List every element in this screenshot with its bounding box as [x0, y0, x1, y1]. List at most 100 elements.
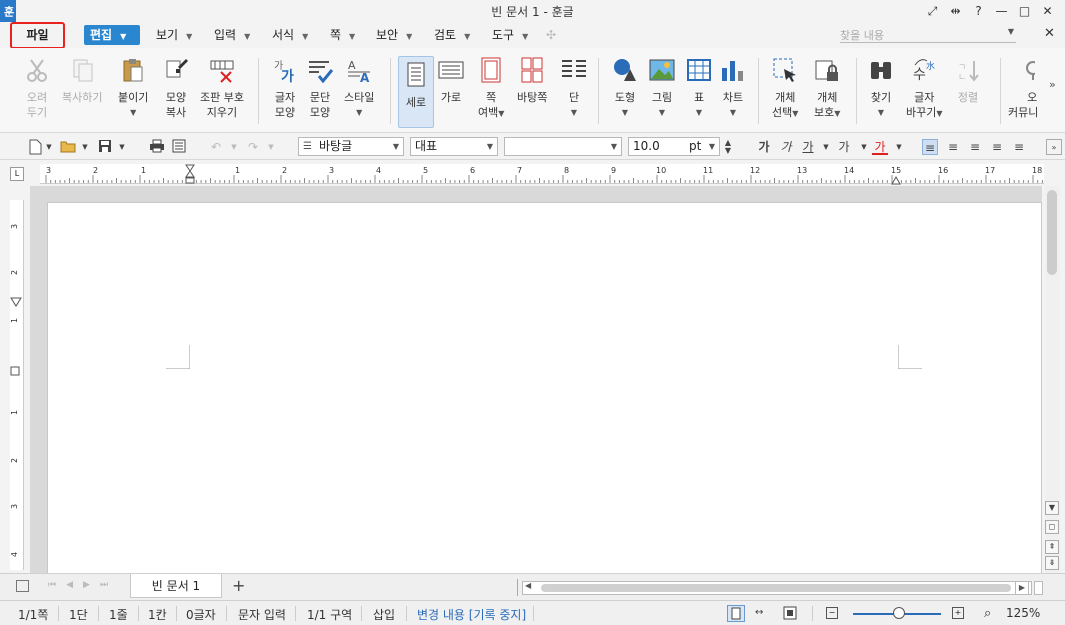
bold-icon[interactable]: 가 [756, 139, 772, 155]
find-input[interactable]: 찾을 내용 ▼ [840, 27, 1016, 43]
horizontal-ruler[interactable]: 3 2 1 1 2 3 4 5 6 7 8 9 10 11 12 13 14 1… [40, 164, 1044, 185]
tab-nav-arrows-icon[interactable]: ⏮◀▶⏭ [48, 580, 118, 590]
chevron-down-icon[interactable]: ▼ [818, 139, 834, 155]
community-button[interactable]: 오 커뮤니 [1008, 56, 1038, 120]
close-doc-icon[interactable]: ✕ [1044, 26, 1055, 41]
format-painter-button[interactable]: 모양 복사 [163, 56, 189, 120]
minimize-button[interactable]: — [990, 2, 1013, 20]
zoom-slider-handle[interactable] [893, 607, 905, 619]
text-color-icon[interactable]: 가 [872, 139, 888, 155]
split-handle-icon[interactable] [1034, 581, 1043, 595]
chevron-down-icon[interactable]: ▼ [856, 139, 872, 155]
style-select[interactable]: ☰ 바탕글 ▼ [298, 137, 404, 156]
replace-button[interactable]: 수水 글자 바꾸기▼ [906, 56, 943, 121]
font-lang-select[interactable]: 대표 ▼ [410, 137, 498, 156]
para-shape-button[interactable]: 문단 모양 [307, 56, 333, 120]
fullscreen-icon[interactable]: ⤢ [921, 2, 944, 20]
undo-icon[interactable]: ↶ [208, 139, 224, 155]
print-icon[interactable] [149, 139, 165, 155]
toolbar-expand-icon[interactable]: » [1046, 139, 1062, 155]
status-page[interactable]: 1/1쪽 [18, 606, 48, 623]
distribute-align-icon[interactable]: ≡ [1011, 139, 1027, 155]
strikethrough-icon[interactable]: 가 [836, 139, 852, 155]
vertical-scroll-thumb[interactable] [1047, 190, 1057, 275]
right-margin-marker-icon[interactable] [891, 174, 901, 185]
left-align-icon[interactable]: ≡ [945, 139, 961, 155]
review-menu[interactable]: 검토 ▼ [428, 25, 476, 45]
page-margin-button[interactable]: 쪽 여백▼ [478, 56, 504, 121]
style-button[interactable]: AA 스타일 ▼ [344, 56, 374, 120]
puzzle-icon[interactable]: ✣ [540, 25, 562, 45]
scroll-left-icon[interactable]: ◀ [525, 581, 531, 590]
redo-icon[interactable]: ↷ [245, 139, 261, 155]
object-protect-button[interactable]: 개체 보호▼ [814, 56, 840, 121]
cut-button[interactable]: 오려 두기 [24, 56, 50, 120]
landscape-button[interactable]: 가로 [438, 56, 464, 105]
help-icon[interactable]: ? [967, 2, 990, 20]
size-stepper-icon[interactable]: ▲ ▼ [720, 139, 736, 155]
paste-button[interactable]: 붙이기 ▼ [118, 56, 148, 120]
zoom-out-icon[interactable]: − [826, 607, 838, 619]
font-size-input[interactable]: 10.0 pt ▼ [628, 137, 720, 156]
italic-icon[interactable]: 가 [778, 139, 794, 155]
tab-list-icon[interactable] [16, 580, 29, 592]
prev-page-icon[interactable]: ⇞ [1045, 540, 1059, 554]
close-window-button[interactable]: ✕ [1036, 2, 1059, 20]
horizontal-scroll-thumb[interactable] [541, 584, 1011, 592]
underline-icon[interactable]: 가 [800, 139, 816, 155]
tools-menu[interactable]: 도구 ▼ [486, 25, 534, 45]
scroll-right-icon[interactable]: ▶ [1015, 581, 1029, 595]
bottom-margin-marker-icon[interactable] [10, 365, 22, 376]
save-icon[interactable] [97, 139, 113, 155]
justify-align-icon[interactable]: ≡ [922, 139, 938, 155]
object-select-button[interactable]: 개체 선택▼ [772, 56, 798, 121]
tab-document-1[interactable]: 빈 문서 1 [130, 574, 222, 598]
next-page-icon[interactable]: ⇟ [1045, 556, 1059, 570]
security-menu[interactable]: 보안 ▼ [370, 25, 418, 45]
page-menu[interactable]: 쪽 ▼ [324, 25, 361, 45]
chart-button[interactable]: 차트 ▼ [720, 56, 746, 120]
sort-button[interactable]: ㄱㄴ 정렬 [955, 56, 981, 105]
page-layout-view-icon[interactable] [727, 605, 745, 622]
ribbon-expand-icon[interactable]: » [1049, 78, 1056, 91]
horizontal-scrollbar[interactable]: ◀ [522, 581, 1032, 595]
shapes-button[interactable]: 도형 ▼ [612, 56, 638, 120]
status-mode[interactable]: 문자 입력 [238, 606, 286, 623]
status-track-changes[interactable]: 변경 내용 [기록 중지] [417, 606, 526, 623]
page-view-icon[interactable]: ◻ [1045, 520, 1059, 534]
right-align-icon[interactable]: ≡ [989, 139, 1005, 155]
zoom-in-icon[interactable]: + [952, 607, 964, 619]
edit-menu[interactable]: 편집 ▼ [84, 25, 140, 45]
find-button[interactable]: 찾기 ▼ [868, 56, 894, 120]
copy-button[interactable]: 복사하기 [62, 56, 102, 105]
chevron-down-icon[interactable]: ▼ [114, 139, 130, 155]
clear-markup-button[interactable]: 조판 부호 지우기 [200, 56, 244, 120]
status-insert[interactable]: 삽입 [373, 606, 395, 623]
file-menu[interactable]: 파일 [10, 22, 65, 49]
vertical-ruler[interactable]: 3 2 1 1 2 3 4 [10, 200, 24, 570]
chevron-down-icon[interactable]: ▼ [263, 139, 279, 155]
zoom-level[interactable]: 125% [1006, 606, 1040, 620]
maximize-button[interactable]: □ [1013, 2, 1036, 20]
add-tab-button[interactable]: + [232, 576, 245, 595]
document-area[interactable] [30, 186, 1042, 573]
chevron-down-icon[interactable]: ▼ [41, 139, 57, 155]
fit-width-view-icon[interactable]: ↔ [755, 607, 763, 618]
top-margin-marker-icon[interactable] [10, 296, 22, 307]
char-shape-button[interactable]: 가가 글자 모양 [272, 56, 298, 120]
indent-marker-icon[interactable] [185, 164, 195, 184]
columns-button[interactable]: 단 ▼ [561, 56, 587, 120]
format-menu[interactable]: 서식 ▼ [266, 25, 314, 45]
split-view-icon[interactable]: ⇹ [944, 2, 967, 20]
open-folder-icon[interactable] [60, 139, 76, 155]
picture-button[interactable]: 그림 ▼ [649, 56, 675, 120]
document-page[interactable] [47, 202, 1042, 573]
table-button[interactable]: 표 ▼ [686, 56, 712, 120]
view-menu[interactable]: 보기 ▼ [150, 25, 198, 45]
chevron-down-icon[interactable]: ▼ [226, 139, 242, 155]
background-page-button[interactable]: 바탕쪽 [517, 56, 547, 105]
scroll-down-icon[interactable]: ▼ [1045, 501, 1059, 515]
full-page-view-icon[interactable] [782, 605, 798, 624]
magnifier-icon[interactable]: ⌕ [984, 606, 991, 621]
insert-menu[interactable]: 입력 ▼ [208, 25, 256, 45]
